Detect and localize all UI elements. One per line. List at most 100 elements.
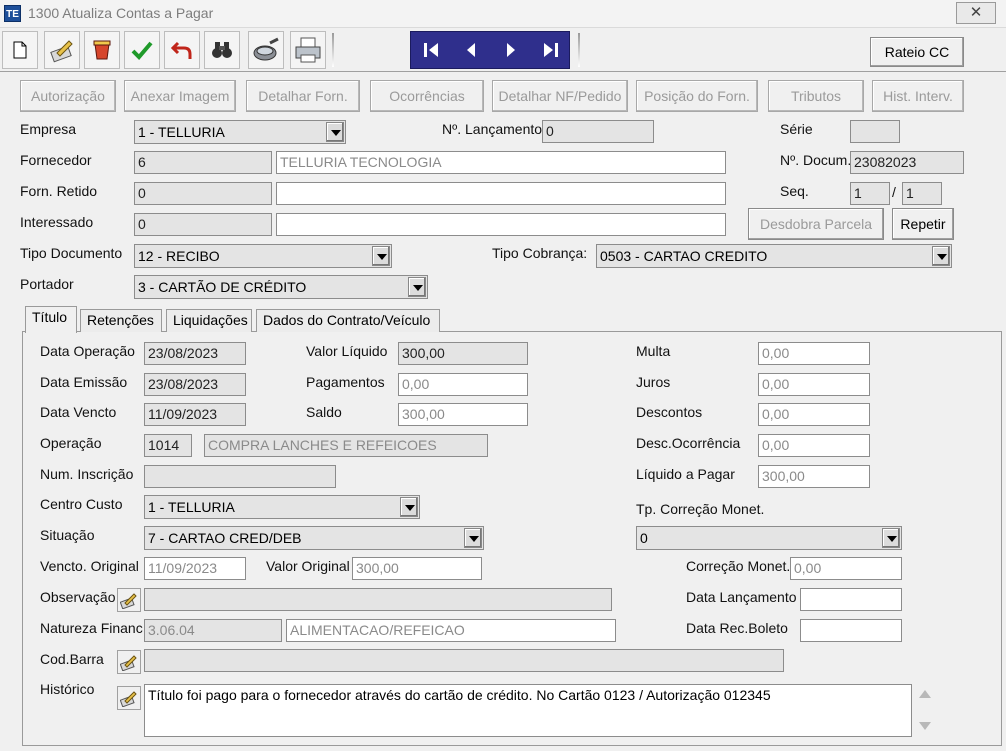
edit-icon [120, 691, 137, 707]
cod-barra-field[interactable] [144, 649, 784, 672]
detalhar-forn-button[interactable]: Detalhar Forn. [246, 80, 360, 112]
confirm-check-icon [131, 41, 153, 60]
delete-button[interactable] [84, 31, 120, 69]
seq-field[interactable]: 1 [850, 182, 890, 205]
vencto-original-field[interactable]: 11/09/2023 [144, 557, 246, 580]
chevron-down-icon[interactable] [932, 246, 950, 266]
forn-retido-name-field[interactable] [276, 182, 726, 205]
interessado-code-field[interactable]: 0 [134, 213, 272, 236]
portador-label: Portador [20, 276, 74, 292]
tipo-documento-select[interactable]: 12 - RECIBO [134, 244, 392, 268]
seq-label: Seq. [780, 183, 809, 199]
print-button[interactable] [290, 31, 326, 69]
scroll-down-icon[interactable] [919, 722, 931, 730]
search-binoculars-icon [212, 42, 232, 58]
scroll-up-icon[interactable] [919, 690, 931, 698]
data-emissao-field[interactable]: 23/08/2023 [144, 373, 246, 396]
lancamento-field[interactable]: 0 [542, 120, 654, 143]
rateio-cc-button[interactable]: Rateio CC [870, 37, 964, 67]
tab-retencoes[interactable]: Retenções [80, 309, 162, 332]
last-record-button[interactable] [532, 33, 570, 67]
tab-titulo[interactable]: Título [25, 306, 77, 333]
hist-interv-button[interactable]: Hist. Interv. [872, 80, 964, 112]
operacao-code-field[interactable]: 1014 [144, 434, 192, 457]
desc-ocorrencia-field[interactable]: 0,00 [758, 434, 870, 457]
natureza-desc-field[interactable]: ALIMENTACAO/REFEICAO [286, 619, 616, 642]
tab-dados-contrato[interactable]: Dados do Contrato/Veículo [256, 309, 440, 332]
data-rec-boleto-field[interactable] [800, 619, 902, 642]
portador-select[interactable]: 3 - CARTÃO DE CRÉDITO [134, 275, 428, 299]
chevron-down-icon[interactable] [372, 246, 390, 266]
tp-correcao-value: 0 [640, 530, 648, 546]
undo-button[interactable] [164, 31, 200, 69]
situacao-value: 7 - CARTAO CRED/DEB [148, 530, 302, 546]
posicao-forn-button[interactable]: Posição do Forn. [636, 80, 758, 112]
observacao-edit-button[interactable] [117, 588, 141, 612]
first-record-icon [424, 43, 438, 57]
juros-field[interactable]: 0,00 [758, 373, 870, 396]
chevron-down-icon[interactable] [326, 122, 344, 142]
centro-custo-select[interactable]: 1 - TELLURIA [144, 495, 420, 519]
situacao-select[interactable]: 7 - CARTAO CRED/DEB [144, 526, 484, 550]
next-record-icon [507, 43, 515, 57]
window-title: 1300 Atualiza Contas a Pagar [28, 5, 214, 21]
natureza-code-field[interactable]: 3.06.04 [144, 619, 282, 642]
cod-barra-edit-button[interactable] [117, 650, 141, 674]
chevron-down-icon[interactable] [400, 497, 418, 517]
data-vencto-label: Data Vencto [40, 404, 117, 420]
tab-liquidacoes[interactable]: Liquidações [166, 309, 252, 332]
detalhar-nf-pedido-button[interactable]: Detalhar NF/Pedido [492, 80, 628, 112]
chevron-down-icon[interactable] [464, 528, 482, 548]
operacao-label: Operação [40, 435, 102, 451]
valor-liquido-field[interactable]: 300,00 [398, 342, 528, 365]
historico-edit-button[interactable] [117, 686, 141, 710]
descontos-field[interactable]: 0,00 [758, 403, 870, 426]
tp-correcao-select[interactable]: 0 [636, 526, 902, 550]
operacao-desc-field[interactable]: COMPRA LANCHES E REFEICOES [204, 434, 488, 457]
pagamentos-label: Pagamentos [306, 374, 385, 390]
tipo-cobranca-select[interactable]: 0503 - CARTAO CREDITO [596, 244, 952, 268]
desdobra-parcela-button[interactable]: Desdobra Parcela [748, 208, 884, 240]
forn-retido-code-field[interactable]: 0 [134, 182, 272, 205]
tributos-button[interactable]: Tributos [768, 80, 864, 112]
docum-field[interactable]: 23082023 [850, 151, 964, 174]
previous-record-button[interactable] [452, 33, 490, 67]
num-inscricao-field[interactable] [144, 465, 336, 488]
fornecedor-code-field[interactable]: 6 [134, 151, 272, 174]
empresa-select[interactable]: 1 - TELLURIA [134, 120, 346, 144]
saldo-field[interactable]: 300,00 [398, 403, 528, 426]
view-button[interactable] [248, 31, 284, 69]
seq-total-field[interactable]: 1 [902, 182, 942, 205]
next-record-button[interactable] [492, 33, 530, 67]
serie-field[interactable] [850, 120, 900, 143]
toolbar-separator [578, 33, 580, 67]
historico-memo[interactable]: Título foi pago para o fornecedor atravé… [144, 684, 912, 737]
interessado-label: Interessado [20, 214, 94, 230]
liquido-pagar-field[interactable]: 300,00 [758, 465, 870, 488]
interessado-name-field[interactable] [276, 213, 726, 236]
historico-label: Histórico [40, 681, 95, 697]
data-operacao-field[interactable]: 23/08/2023 [144, 342, 246, 365]
print-icon [295, 37, 321, 63]
fornecedor-name-field[interactable]: TELLURIA TECNOLOGIA [276, 151, 726, 174]
pagamentos-field[interactable]: 0,00 [398, 373, 528, 396]
autorizacao-button[interactable]: Autorização [20, 80, 116, 112]
close-button[interactable]: ✕ [956, 2, 996, 24]
valor-original-field[interactable]: 300,00 [352, 557, 482, 580]
confirm-button[interactable] [124, 31, 160, 69]
edit-button[interactable] [44, 31, 80, 69]
data-vencto-field[interactable]: 11/09/2023 [144, 403, 246, 426]
anexar-imagem-button[interactable]: Anexar Imagem [124, 80, 236, 112]
correcao-monet-field[interactable]: 0,00 [790, 557, 902, 580]
chevron-down-icon[interactable] [408, 277, 426, 297]
data-lancamento-field[interactable] [800, 588, 902, 611]
new-button[interactable] [2, 31, 38, 69]
observacao-field[interactable] [144, 588, 612, 611]
tp-correcao-label: Tp. Correção Monet. [636, 501, 765, 517]
multa-field[interactable]: 0,00 [758, 342, 870, 365]
chevron-down-icon[interactable] [882, 528, 900, 548]
ocorrencias-button[interactable]: Ocorrências [370, 80, 484, 112]
first-record-button[interactable] [412, 33, 450, 67]
search-button[interactable] [204, 31, 240, 69]
repetir-button[interactable]: Repetir [892, 208, 954, 240]
